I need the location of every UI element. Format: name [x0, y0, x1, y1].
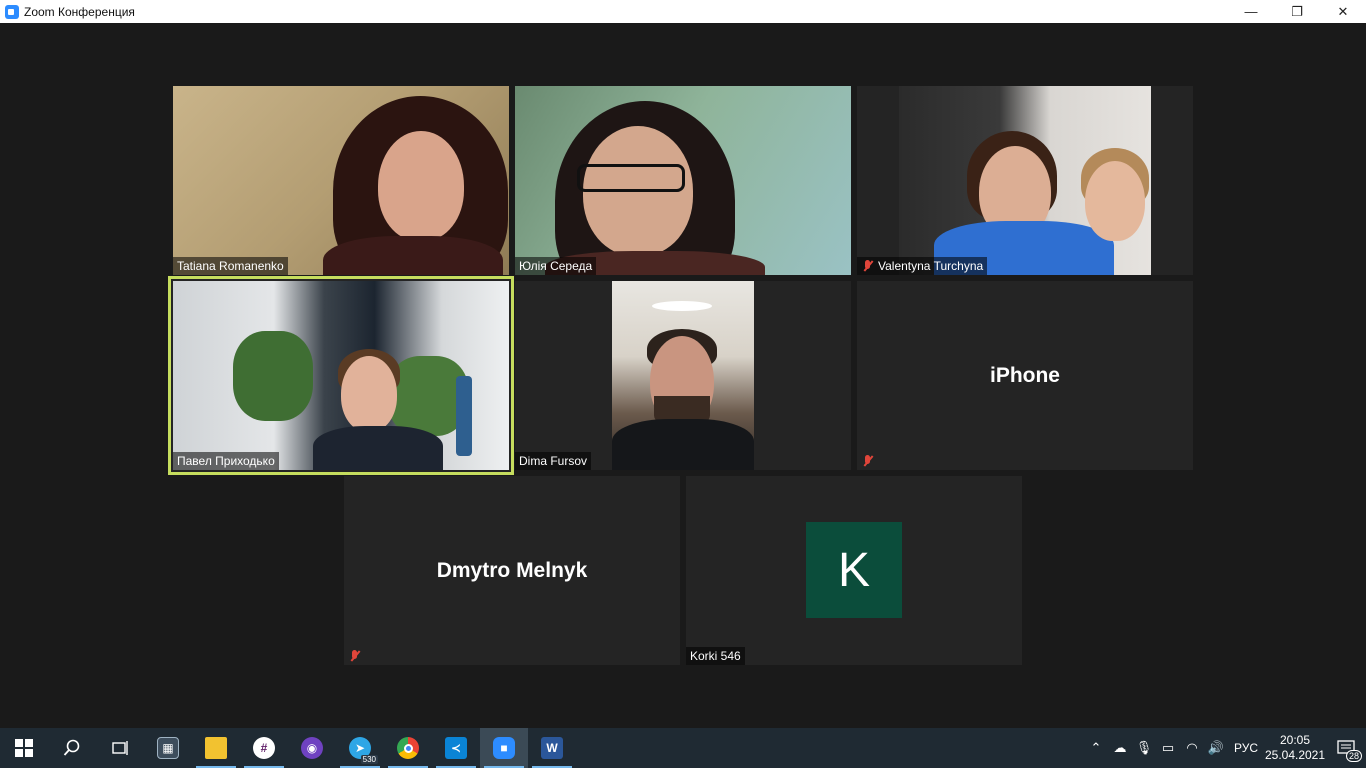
action-center-button[interactable]: 28: [1326, 728, 1366, 768]
telegram-unread-badge: 530: [360, 755, 378, 764]
microphone-muted-icon: [348, 649, 362, 663]
task-view-icon: [112, 741, 128, 755]
github-desktop-icon: ◉: [301, 737, 323, 759]
participant-video: [515, 86, 851, 275]
windows-taskbar: ▦ # ◉ ➤ 530 ≺ ■ W ⌃ ☁ 🎙 ▭ ◠ 🔊 РУС 20:05 …: [0, 728, 1366, 768]
wifi-icon[interactable]: ◠: [1180, 728, 1204, 768]
search-icon: [63, 739, 80, 756]
participant-tile[interactable]: Dima Fursov: [515, 281, 851, 470]
microphone-icon[interactable]: 🎙: [1132, 728, 1156, 768]
vscode-icon: ≺: [445, 737, 467, 759]
participant-tile-active-speaker[interactable]: Павел Приходько: [168, 276, 514, 475]
chrome-icon: [397, 737, 419, 759]
participant-name-label: Юлія Середа: [515, 257, 597, 275]
microphone-muted-icon: [861, 454, 875, 468]
participant-tile[interactable]: Dmytro Melnyk: [344, 476, 680, 665]
participant-name: Павел Приходько: [177, 454, 275, 468]
task-view-button[interactable]: [96, 728, 144, 768]
file-explorer-app[interactable]: [192, 728, 240, 768]
window-title: Zoom Конференция: [24, 4, 135, 19]
participant-center-name: iPhone: [989, 363, 1060, 387]
maximize-button[interactable]: ❐: [1274, 0, 1320, 23]
participant-tile[interactable]: Valentyna Turchyna: [857, 86, 1193, 275]
input-language[interactable]: РУС: [1228, 728, 1264, 768]
clock[interactable]: 20:05 25.04.2021: [1264, 733, 1326, 763]
participant-video: [173, 86, 509, 275]
zoom-icon: ■: [493, 737, 515, 759]
participant-tile[interactable]: Tatiana Romanenko: [173, 86, 509, 275]
clock-time: 20:05: [1279, 733, 1311, 747]
system-tray: ⌃ ☁ 🎙 ▭ ◠ 🔊 РУС 20:05 25.04.2021 28: [1084, 728, 1366, 768]
slack-app[interactable]: #: [240, 728, 288, 768]
calculator-icon: ▦: [157, 737, 179, 759]
battery-icon[interactable]: ▭: [1156, 728, 1180, 768]
zoom-app-icon: [5, 4, 19, 19]
microphone-muted-icon: [861, 259, 875, 273]
github-desktop-app[interactable]: ◉: [288, 728, 336, 768]
gallery-view: Tatiana Romanenko Юлія Середа Valentyna …: [0, 23, 1366, 728]
participant-name: Tatiana Romanenko: [177, 259, 284, 273]
minimize-button[interactable]: —: [1228, 0, 1274, 23]
word-icon: W: [541, 737, 563, 759]
clock-date: 25.04.2021: [1264, 748, 1326, 762]
calculator-app[interactable]: ▦: [144, 728, 192, 768]
participant-tile[interactable]: Юлія Середа: [515, 86, 851, 275]
slack-icon: #: [253, 737, 275, 759]
avatar: K: [806, 522, 902, 618]
start-button[interactable]: [0, 728, 48, 768]
participant-name-label: Tatiana Romanenko: [173, 257, 288, 275]
file-explorer-icon: [205, 737, 227, 759]
window-title-bar: Zoom Конференция — ❐ ✕: [0, 0, 1366, 23]
participant-video: [612, 281, 754, 470]
participant-name: Юлія Середа: [519, 259, 593, 273]
participant-video: [173, 281, 509, 470]
window-controls: — ❐ ✕: [1228, 0, 1366, 23]
zoom-app[interactable]: ■: [480, 728, 528, 768]
close-button[interactable]: ✕: [1320, 0, 1366, 23]
participant-name: Korki 546: [690, 649, 741, 663]
windows-start-icon: [15, 739, 33, 757]
search-button[interactable]: [48, 728, 96, 768]
participant-tile[interactable]: iPhone: [857, 281, 1193, 470]
participant-name-label: [344, 647, 366, 665]
participant-center-name: Dmytro Melnyk: [436, 558, 588, 582]
vscode-app[interactable]: ≺: [432, 728, 480, 768]
participant-name-label: Valentyna Turchyna: [857, 257, 988, 275]
participant-name: Valentyna Turchyna: [878, 259, 984, 273]
participant-name-label: Korki 546: [686, 647, 745, 665]
participant-name-label: [857, 452, 879, 470]
onedrive-error-icon[interactable]: ☁: [1108, 728, 1132, 768]
participant-video: [899, 86, 1151, 275]
participant-tile[interactable]: K Korki 546: [686, 476, 1022, 665]
show-hidden-icons-chevron-up-icon[interactable]: ⌃: [1084, 728, 1108, 768]
telegram-app[interactable]: ➤ 530: [336, 728, 384, 768]
notification-count-badge: 28: [1345, 750, 1362, 762]
participant-name-label: Павел Приходько: [173, 452, 279, 470]
word-app[interactable]: W: [528, 728, 576, 768]
chrome-app[interactable]: [384, 728, 432, 768]
volume-icon[interactable]: 🔊: [1204, 728, 1228, 768]
participant-name: Dima Fursov: [519, 454, 588, 468]
participant-name-label: Dima Fursov: [515, 452, 592, 470]
